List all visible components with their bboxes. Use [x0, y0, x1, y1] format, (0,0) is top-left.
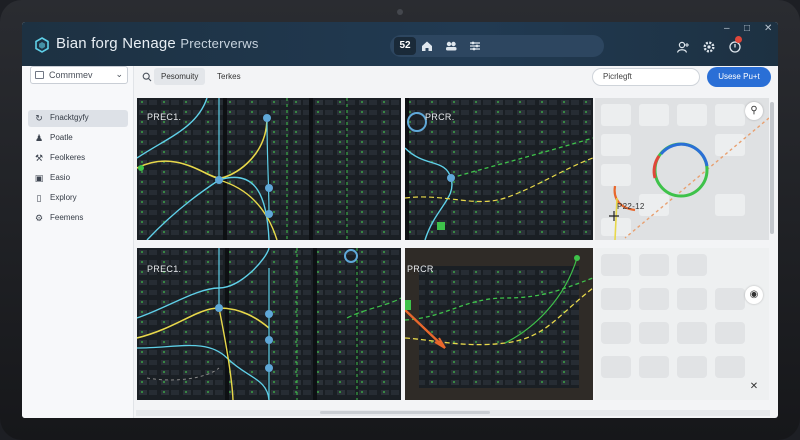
- sidebar-item-feemens[interactable]: ⚙ Feemens: [28, 210, 128, 227]
- window-icon: [35, 71, 44, 79]
- video-panel-4[interactable]: PRCR: [405, 248, 593, 400]
- app-subtitle: Precterverws: [180, 36, 259, 51]
- minimize-icon[interactable]: –: [724, 24, 734, 34]
- view-switcher: 52: [390, 35, 604, 57]
- map-panel-lower[interactable]: ◉ ✕: [595, 248, 769, 400]
- app-logo-icon: [35, 37, 49, 53]
- sidebar: Commmev ⌄ ↻ Fnacktgyfy ♟ Poatle ⚒ Feolke…: [22, 66, 134, 418]
- sidebar-item-feolkeres[interactable]: ⚒ Feolkeres: [28, 150, 128, 167]
- sidebar-item-poatle[interactable]: ♟ Poatle: [28, 130, 128, 147]
- workspace-select[interactable]: Commmev ⌄: [30, 66, 128, 84]
- app-title: Bian forg Nenage Precterverws: [56, 35, 259, 52]
- notification-badge: [735, 36, 742, 43]
- maximize-icon[interactable]: □: [744, 24, 754, 34]
- sidebar-item-label: Easio: [50, 173, 71, 182]
- sidebar-item-fnacktgyfy[interactable]: ↻ Fnacktgyfy: [28, 110, 128, 127]
- video-panel-1[interactable]: PREC1.: [137, 98, 401, 240]
- users-icon[interactable]: [444, 39, 458, 53]
- sidebar-item-easio[interactable]: ▣ Easio: [28, 170, 128, 187]
- panel-1-label: PREC1.: [147, 112, 182, 122]
- title-bar: Bian forg Nenage Precterverws 52 – □ ✕: [22, 22, 778, 66]
- layers-icon[interactable]: ◉: [745, 286, 763, 304]
- toolbar: Pesomuity Terkes Picrlegft Usese Pu+t: [134, 66, 778, 94]
- sidebar-item-label: Feolkeres: [50, 153, 86, 162]
- app-title-text: Bian forg Nenage: [56, 35, 176, 52]
- sidebar-item-label: Poatle: [50, 133, 73, 142]
- bell-icon: ▯: [36, 193, 42, 203]
- tools-icon: ⚒: [34, 153, 44, 163]
- gear-icon: ⚙: [34, 213, 44, 223]
- sidebar-item-label: Explory: [50, 193, 77, 202]
- window-icon: ▣: [34, 173, 44, 183]
- search-input[interactable]: Picrlegft: [592, 68, 700, 86]
- tab-terkes[interactable]: Terkes: [210, 68, 248, 85]
- sidebar-item-explory[interactable]: ▯ Explory: [28, 190, 128, 207]
- search-icon[interactable]: [142, 72, 152, 82]
- sliders-icon[interactable]: [468, 39, 482, 53]
- horizontal-scrollbar[interactable]: [320, 411, 490, 414]
- vertical-scrollbar[interactable]: [770, 102, 774, 234]
- workspace-select-label: Commmev: [49, 70, 93, 80]
- user-icon[interactable]: [676, 40, 690, 54]
- zoom-search-icon[interactable]: ⚲: [745, 102, 763, 120]
- map-label: P22-12: [617, 202, 645, 211]
- map-panel[interactable]: P22-12 ⚲: [595, 98, 769, 240]
- map-graphic: [595, 98, 769, 240]
- gear-icon[interactable]: [702, 40, 716, 54]
- users-icon: ♟: [34, 133, 44, 143]
- panel-3-label: PREC1.: [147, 264, 182, 274]
- primary-action-button[interactable]: Usese Pu+t: [707, 67, 771, 87]
- panel-4-label: PRCR: [407, 264, 434, 274]
- close-icon[interactable]: ✕: [745, 378, 763, 396]
- panel-2-label: PRCR.: [425, 112, 455, 122]
- close-icon[interactable]: ✕: [764, 24, 774, 34]
- map-lower-graphic: [601, 254, 745, 378]
- sidebar-item-label: Fnacktgyfy: [50, 113, 89, 122]
- sidebar-item-label: Feemens: [50, 213, 84, 222]
- video-panel-2[interactable]: PRCR.: [405, 98, 593, 240]
- chevron-down-icon: ⌄: [115, 69, 123, 79]
- camera-dot: [397, 9, 403, 15]
- count-badge[interactable]: 52: [394, 37, 416, 55]
- home-icon[interactable]: [420, 39, 434, 53]
- app-screen: Bian forg Nenage Precterverws 52 – □ ✕ C…: [22, 22, 778, 418]
- reload-icon: ↻: [35, 113, 43, 123]
- tab-pesomuity[interactable]: Pesomuity: [154, 68, 206, 85]
- video-panel-3[interactable]: PREC1.: [137, 248, 401, 400]
